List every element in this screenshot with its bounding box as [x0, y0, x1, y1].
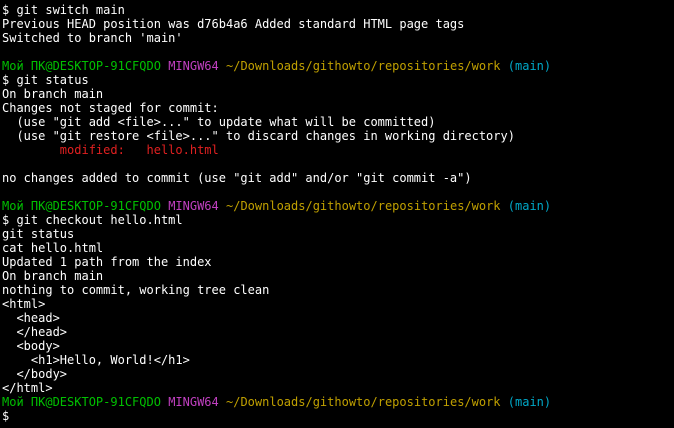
terminal-text: $ git switch main [2, 3, 125, 17]
terminal-text: Previous HEAD position was d76b4a6 Added… [2, 17, 465, 31]
terminal-text: </body> [2, 367, 68, 381]
terminal-line: <head> [2, 311, 674, 325]
terminal-text: git status [2, 227, 75, 241]
terminal-text: <html> [2, 297, 46, 311]
terminal-line: Changes not staged for commit: [2, 101, 674, 115]
prompt-shell-name: MINGW64 [168, 59, 219, 73]
prompt-shell-name: MINGW64 [168, 395, 219, 409]
terminal-text: nothing to commit, working tree clean [2, 283, 270, 297]
prompt-user-host: Мой ПК@DESKTOP-91CFQDO [2, 199, 161, 213]
terminal-text: cat hello.html [2, 241, 104, 255]
terminal-text: On branch main [2, 269, 104, 283]
terminal-line: <h1>Hello, World!</h1> [2, 353, 674, 367]
terminal-text: </html> [2, 381, 53, 395]
terminal-line: git status [2, 227, 674, 241]
terminal-output[interactable]: $ git switch main Previous HEAD position … [0, 0, 674, 428]
terminal-text: <head> [2, 311, 60, 325]
terminal-line: cat hello.html [2, 241, 674, 255]
terminal-line: Мой ПК@DESKTOP-91CFQDO MINGW64 ~/Downloa… [2, 199, 674, 213]
terminal-line: modified: hello.html [2, 143, 674, 157]
prompt-path: ~/Downloads/githowto/repositories/work [226, 395, 501, 409]
terminal-text: (use "git add <file>..." to update what … [2, 115, 436, 129]
terminal-line: no changes added to commit (use "git add… [2, 171, 674, 185]
terminal-line: Previous HEAD position was d76b4a6 Added… [2, 17, 674, 31]
terminal-line: nothing to commit, working tree clean [2, 283, 674, 297]
prompt-branch: (main) [507, 59, 552, 73]
terminal-text: (use "git restore <file>..." to discard … [2, 129, 515, 143]
terminal-text: Switched to branch 'main' [2, 31, 183, 45]
terminal-text: Changes not staged for commit: [2, 101, 219, 115]
prompt-branch: (main) [507, 395, 552, 409]
terminal-line: Updated 1 path from the index [2, 255, 674, 269]
terminal-text: $ git checkout hello.html [2, 213, 183, 227]
terminal-line: </html> [2, 381, 674, 395]
terminal-line: $ git switch main [2, 3, 674, 17]
terminal-line: On branch main [2, 269, 674, 283]
terminal-line: <html> [2, 297, 674, 311]
terminal-text: On branch main [2, 87, 104, 101]
terminal-line: (use "git add <file>..." to update what … [2, 115, 674, 129]
terminal-text: no changes added to commit (use "git add… [2, 171, 472, 185]
terminal-line: On branch main [2, 87, 674, 101]
terminal-line: $ git checkout hello.html [2, 213, 674, 227]
terminal-text: </head> [2, 325, 68, 339]
terminal-text: Updated 1 path from the index [2, 255, 212, 269]
terminal-line: Мой ПК@DESKTOP-91CFQDO MINGW64 ~/Downloa… [2, 395, 674, 409]
terminal-text: <body> [2, 339, 60, 353]
terminal-line: </head> [2, 325, 674, 339]
prompt-shell-name: MINGW64 [168, 199, 219, 213]
prompt-user-host: Мой ПК@DESKTOP-91CFQDO [2, 395, 161, 409]
prompt-path: ~/Downloads/githowto/repositories/work [226, 199, 501, 213]
terminal-line: (use "git restore <file>..." to discard … [2, 129, 674, 143]
terminal-text: $ [2, 409, 10, 423]
terminal-line: Switched to branch 'main' [2, 31, 674, 45]
terminal-text: <h1>Hello, World!</h1> [2, 353, 190, 367]
modified-file: modified: hello.html [2, 143, 219, 157]
terminal-text: $ git status [2, 73, 89, 87]
terminal-line: $ [2, 409, 674, 423]
terminal-line: $ git status [2, 73, 674, 87]
terminal-line: </body> [2, 367, 674, 381]
prompt-user-host: Мой ПК@DESKTOP-91CFQDO [2, 59, 161, 73]
prompt-branch: (main) [507, 199, 552, 213]
terminal-line: <body> [2, 339, 674, 353]
prompt-path: ~/Downloads/githowto/repositories/work [226, 59, 501, 73]
terminal-line: Мой ПК@DESKTOP-91CFQDO MINGW64 ~/Downloa… [2, 59, 674, 73]
